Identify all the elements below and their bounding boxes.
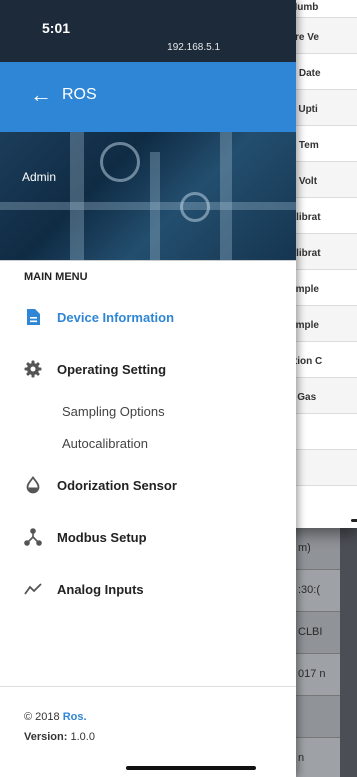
background-strip	[340, 528, 357, 777]
navigation-drawer: 5:01 192.168.5.1 ← ROS Admin MAIN MENU D…	[0, 0, 296, 777]
version: Version: 1.0.0	[24, 731, 296, 743]
menu-item-label: Odorization Sensor	[57, 478, 177, 493]
home-indicator[interactable]	[126, 766, 256, 770]
menu-item-analog-inputs[interactable]: Analog Inputs	[0, 564, 296, 616]
gauge-decoration	[100, 142, 140, 182]
copyright: © 2018 Ros.	[24, 711, 296, 723]
brand-link[interactable]: Ros.	[63, 711, 87, 723]
ip-address: 192.168.5.1	[167, 42, 220, 53]
header-pipe	[0, 202, 296, 210]
header-pipe	[70, 132, 84, 260]
submenu-item-autocalibration[interactable]: Autocalibration	[0, 428, 296, 460]
copyright-text: © 2018	[24, 711, 60, 723]
back-arrow-icon[interactable]: ←	[30, 82, 52, 108]
menu-item-label: Modbus Setup	[57, 530, 147, 545]
menu-item-operating-setting[interactable]: Operating Setting	[0, 344, 296, 396]
scroll-indicator[interactable]	[351, 519, 357, 522]
clock: 5:01	[42, 20, 71, 36]
user-name: Admin	[22, 170, 57, 184]
version-value: 1.0.0	[70, 731, 95, 743]
app-title: ROS	[62, 86, 97, 103]
drawer-header: Admin	[0, 132, 296, 260]
menu-item-modbus-setup[interactable]: Modbus Setup	[0, 512, 296, 564]
drawer-footer: © 2018 Ros. Version: 1.0.0	[0, 686, 296, 751]
menu-item-label: Operating Setting	[57, 362, 167, 377]
status-bar: 5:01 192.168.5.1	[0, 0, 296, 62]
menu-item-device-information[interactable]: Device Information	[0, 292, 296, 344]
menu-item-label: Device Information	[57, 310, 175, 325]
menu-item-odorization-sensor[interactable]: Odorization Sensor	[0, 460, 296, 512]
drop-icon	[26, 476, 40, 494]
header-pipe	[220, 132, 232, 260]
gauge-decoration	[180, 192, 210, 222]
document-icon	[27, 309, 40, 325]
submenu-item-sampling-options[interactable]: Sampling Options	[0, 396, 296, 428]
menu-heading: MAIN MENU	[0, 260, 296, 292]
trend-icon	[24, 583, 42, 595]
app-bar: ← ROS	[0, 62, 296, 132]
gear-icon	[24, 360, 42, 378]
menu-item-label: Analog Inputs	[57, 582, 144, 597]
network-icon	[24, 528, 42, 546]
version-label: Version:	[24, 731, 68, 743]
